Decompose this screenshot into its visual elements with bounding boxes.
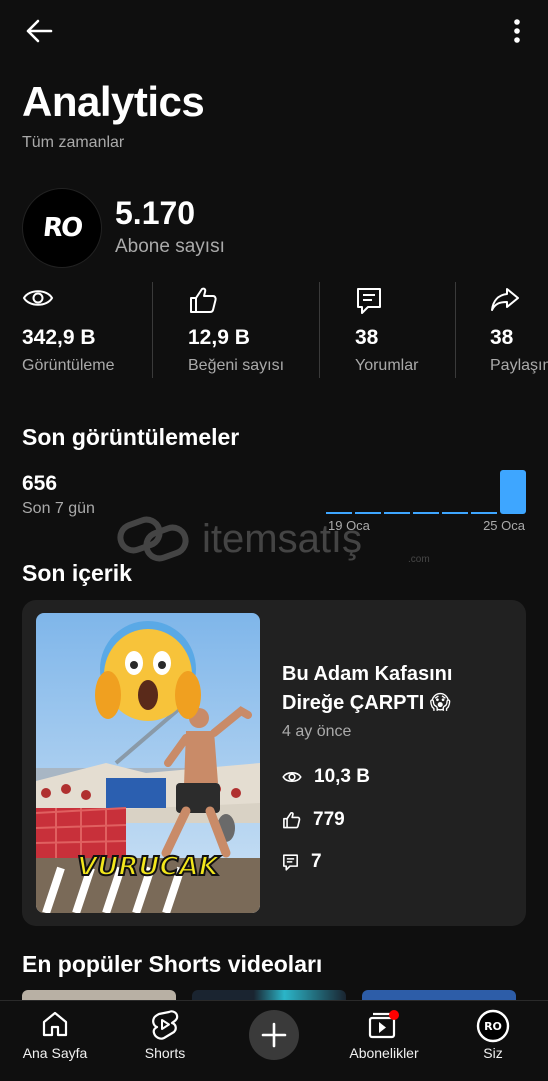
nav-subscriptions[interactable]: Abonelikler	[329, 1001, 439, 1081]
video-views-value: 10,3 B	[314, 766, 370, 787]
stat-value: 38	[355, 326, 379, 349]
page-title: Analytics	[22, 78, 205, 125]
stat-shares[interactable]: 38 Paylaşım	[490, 282, 548, 378]
video-title[interactable]: Bu Adam Kafasını Direğe ÇARPTI 😱	[282, 660, 512, 718]
eye-icon	[22, 290, 54, 306]
shorts-icon	[152, 1010, 179, 1040]
nav-label: Ana Sayfa	[22, 1045, 88, 1061]
stat-divider	[319, 282, 320, 378]
thumbs-up-icon	[283, 811, 301, 829]
watermark-logo: itemsatış .com	[117, 516, 430, 565]
stat-value: 12,9 B	[188, 326, 250, 349]
video-comments: 7	[282, 851, 322, 873]
video-likes-value: 779	[313, 809, 345, 830]
time-range-label: Tüm zamanlar	[22, 134, 125, 151]
video-comments-value: 7	[311, 851, 322, 872]
thumbs-up-icon	[190, 287, 217, 313]
watermark: itemsatış .com	[116, 514, 436, 571]
chart-bar	[471, 512, 497, 514]
stat-divider	[455, 282, 456, 378]
video-thumbnail[interactable]: VURUCAK	[36, 613, 260, 913]
nav-home[interactable]: Ana Sayfa	[0, 1001, 110, 1081]
stat-label: Beğeni sayısı	[188, 357, 285, 374]
stats-row: 342,9 B Görüntüleme 12,9 B Beğeni sayısı…	[0, 282, 548, 378]
video-views: 10,3 B	[282, 766, 370, 788]
back-arrow-icon[interactable]	[24, 18, 54, 44]
channel-avatar: RO	[22, 188, 102, 268]
comment-icon	[283, 853, 298, 871]
nav-label: Abonelikler	[349, 1045, 419, 1061]
recent-content-title: Son içerik	[22, 560, 132, 586]
video-age: 4 ay önce	[282, 723, 352, 740]
watermark-suffix: .com	[408, 554, 430, 565]
avatar-text: RO	[41, 213, 83, 243]
nav-you[interactable]: RO Siz	[438, 1001, 548, 1081]
eye-icon	[282, 771, 302, 783]
nav-label: Siz	[483, 1045, 503, 1061]
share-icon	[491, 288, 519, 311]
stat-label: Paylaşım	[490, 357, 548, 374]
popular-shorts-title: En popüler Shorts videoları	[22, 951, 323, 977]
subscriber-label: Abone sayısı	[115, 236, 225, 257]
chart-x-label-end: 25 Oca	[483, 518, 526, 533]
recent-views-title: Son görüntülemeler	[22, 424, 240, 450]
subscriber-count: 5.170	[115, 195, 196, 231]
recent-views-period: Son 7 gün	[22, 500, 95, 517]
nav-shorts[interactable]: Shorts	[110, 1001, 220, 1081]
stat-label: Görüntüleme	[22, 357, 115, 374]
comment-icon	[357, 288, 381, 314]
stat-value: 342,9 B	[22, 326, 96, 349]
stat-divider	[152, 282, 153, 378]
stat-label: Yorumlar	[355, 357, 419, 374]
create-button[interactable]	[249, 1010, 299, 1060]
profile-avatar-text: RO	[484, 1020, 502, 1033]
profile-avatar-icon: RO	[476, 1009, 510, 1043]
home-icon	[42, 1011, 68, 1037]
chart-bar	[442, 512, 468, 514]
nav-label: Shorts	[144, 1045, 186, 1061]
recent-views-value: 656	[22, 472, 58, 495]
stat-value: 38	[490, 326, 514, 349]
chart-bar	[500, 470, 526, 514]
video-likes: 779	[282, 809, 345, 831]
thumbnail-caption: VURUCAK	[77, 852, 221, 882]
more-options-icon[interactable]	[511, 18, 523, 44]
watermark-text: itemsatış	[202, 517, 362, 561]
subscriptions-icon	[368, 1010, 399, 1039]
plus-icon	[261, 1022, 287, 1048]
